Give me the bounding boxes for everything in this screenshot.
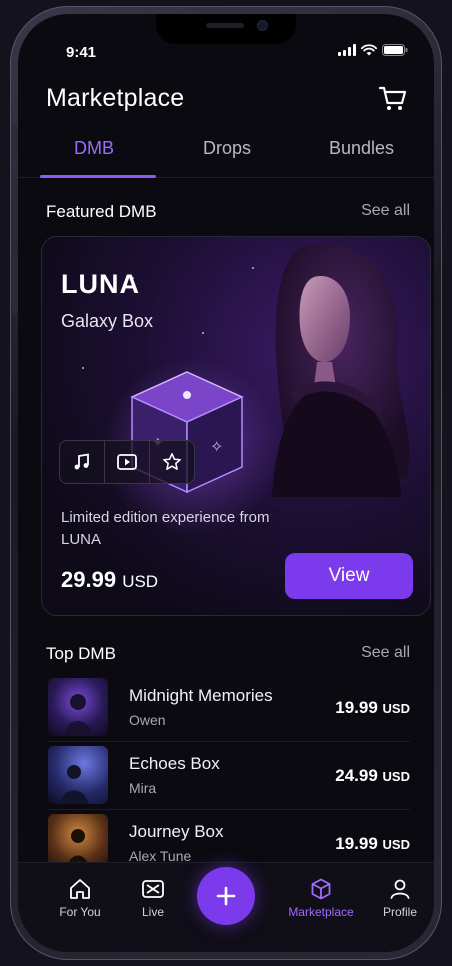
top-see-all-link[interactable]: See all (361, 644, 410, 662)
item-artist: Mira (129, 780, 157, 796)
list-item[interactable]: Midnight Memories Owen 19.99 USD (48, 674, 410, 742)
play-icon (105, 441, 150, 483)
featured-see-all-link[interactable]: See all (361, 202, 410, 220)
featured-section-title: Featured DMB (46, 202, 157, 221)
list-item[interactable]: Echoes Box Mira 24.99 USD (48, 742, 410, 810)
home-icon (70, 879, 90, 899)
featured-price: 29.99 USD (61, 567, 158, 593)
item-price: 24.99 USD (335, 766, 410, 786)
cart-icon[interactable] (378, 84, 408, 112)
item-price-value: 19.99 (335, 698, 378, 717)
item-thumbnail (48, 678, 108, 736)
nav-profile[interactable]: Profile (360, 877, 434, 919)
featured-description: Limited edition experience from LUNA (61, 509, 270, 548)
status-icons (338, 44, 408, 56)
music-note-icon (60, 441, 105, 483)
item-price: 19.99 USD (335, 698, 410, 718)
nav-live[interactable]: Live (113, 877, 193, 919)
item-title: Echoes Box (129, 754, 220, 773)
speaker (206, 23, 244, 28)
tab-indicator (40, 175, 156, 178)
item-price-currency: USD (382, 701, 410, 716)
media-icons-group (59, 440, 195, 484)
featured-price-currency: USD (122, 572, 159, 591)
page-title: Marketplace (46, 84, 185, 112)
nav-label: Profile (382, 905, 417, 919)
view-button[interactable]: View (285, 553, 413, 599)
tab-dmb[interactable]: DMB (74, 138, 114, 159)
wifi-icon (361, 44, 377, 56)
screen: 9:41 Marketplace DMB Drops Bundles Featu… (18, 14, 434, 952)
battery-icon (382, 44, 408, 56)
item-price-currency: USD (382, 837, 410, 852)
live-icon (142, 880, 164, 898)
nav-label: For You (59, 905, 101, 919)
featured-box-name: Galaxy Box (61, 311, 154, 331)
top-section-title: Top DMB (46, 644, 116, 663)
tab-bar: DMB Drops Bundles (18, 132, 434, 178)
notch (156, 14, 296, 44)
tab-bundles[interactable]: Bundles (329, 138, 394, 159)
star-icon (150, 441, 194, 483)
featured-artist: LUNA (61, 269, 140, 299)
phone-frame: 9:41 Marketplace DMB Drops Bundles Featu… (10, 6, 442, 960)
item-price-value: 24.99 (335, 766, 378, 785)
nav-marketplace[interactable]: Marketplace (281, 877, 361, 919)
item-title: Midnight Memories (129, 686, 273, 705)
nav-label: Marketplace (288, 905, 354, 919)
top-dmb-list: Midnight Memories Owen 19.99 USD Echoes … (48, 674, 410, 878)
item-artist: Owen (129, 712, 166, 728)
cube-icon (311, 878, 331, 900)
artist-illustration (272, 243, 410, 497)
featured-price-value: 29.99 (61, 567, 117, 592)
bottom-nav: For You Live Marketplace Profile (18, 862, 434, 952)
nav-label: Live (141, 905, 164, 919)
signal-icon (338, 44, 356, 56)
item-price-currency: USD (382, 769, 410, 784)
featured-card[interactable]: ✦ ✧ LUNA Galaxy Box Limited edition expe… (41, 236, 431, 616)
tab-drops[interactable]: Drops (203, 138, 251, 159)
item-price: 19.99 USD (335, 834, 410, 854)
item-title: Journey Box (129, 822, 224, 841)
add-button[interactable] (197, 867, 255, 925)
item-thumbnail (48, 746, 108, 804)
front-camera (258, 21, 267, 30)
user-icon (390, 879, 410, 899)
item-price-value: 19.99 (335, 834, 378, 853)
svg-text:✧: ✧ (210, 437, 223, 456)
plus-icon (216, 886, 236, 906)
nav-for-you[interactable]: For You (40, 877, 120, 919)
status-time: 9:41 (66, 44, 97, 61)
